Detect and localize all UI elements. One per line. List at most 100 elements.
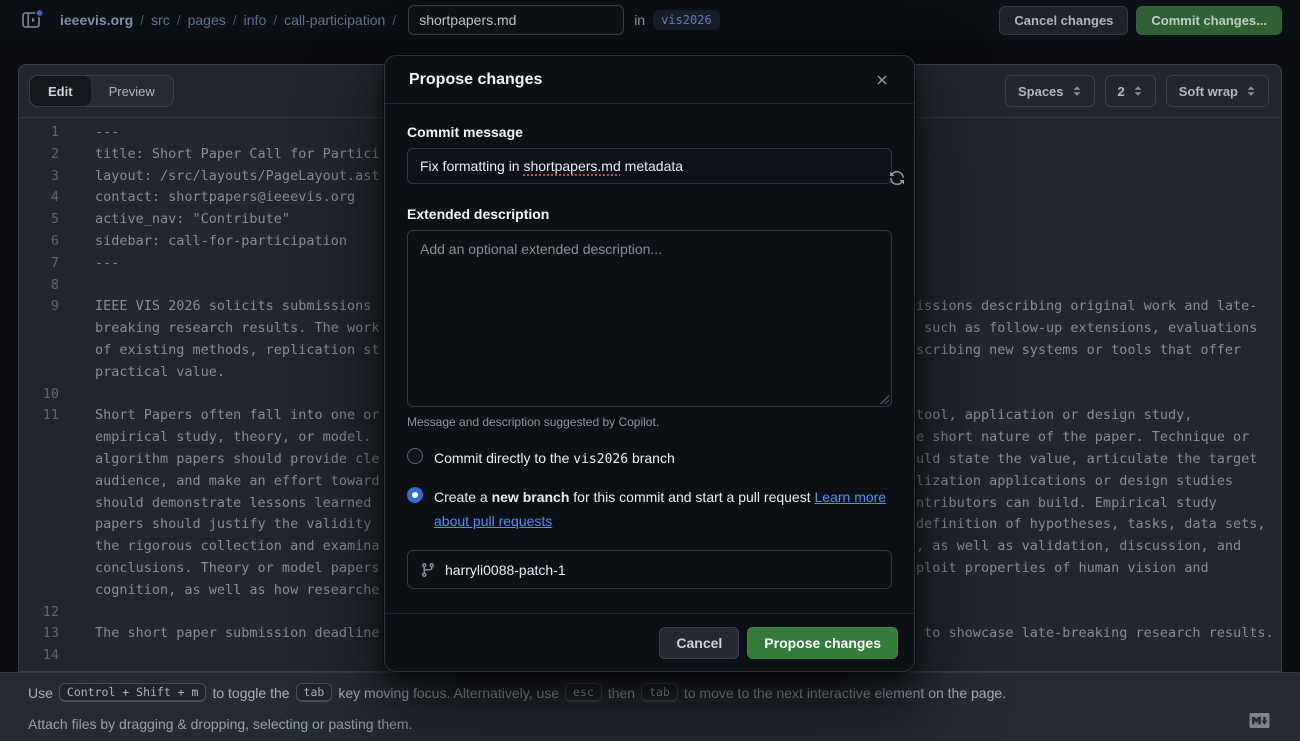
new-branch-name-value: harryli0088-patch-1: [445, 562, 566, 578]
commit-direct-label: Commit directly to the vis2026 branch: [434, 446, 892, 472]
breadcrumb-link-call-participation[interactable]: call-participation: [284, 12, 385, 28]
extended-description-label: Extended description: [407, 206, 892, 222]
indent-mode-value: Spaces: [1018, 84, 1064, 99]
close-button[interactable]: [866, 64, 898, 96]
propose-changes-button[interactable]: Propose changes: [747, 627, 898, 659]
line-number: 4: [19, 187, 59, 209]
breadcrumb-link-pages[interactable]: pages: [188, 12, 226, 28]
hint-text: key moving focus. Alternatively, use: [338, 685, 559, 701]
code-text-left: the rigorous collection and examina: [95, 536, 379, 558]
radio-unselected-icon[interactable]: [407, 448, 423, 464]
code-text-right: ploit properties of human vision and: [916, 558, 1209, 580]
filename-value: shortpapers.md: [419, 12, 516, 28]
code-text-right: ntributors can build. Empirical study: [916, 493, 1217, 515]
code-text-right: lization applications or design studies: [916, 471, 1233, 493]
commit-direct-text: branch: [628, 450, 675, 466]
indent-size-value: 2: [1118, 84, 1125, 99]
hint-text: to move to the next interactive element …: [684, 685, 1006, 701]
line-number: 8: [19, 275, 59, 297]
breadcrumb-separator: /: [392, 12, 396, 28]
code-text-left: IEEE VIS 2026 solicits submissions: [95, 296, 371, 318]
dialog-footer: Cancel Propose changes: [385, 613, 914, 671]
tab-edit[interactable]: Edit: [30, 76, 91, 106]
keyboard-shortcut-key: tab: [641, 683, 678, 702]
radio-selected-icon[interactable]: [407, 487, 423, 503]
commit-message-misspelled-word: shortpapers.md: [523, 158, 620, 174]
filename-input[interactable]: shortpapers.md: [408, 5, 624, 35]
focus-hint: UseControl + Shift + mto toggle thetabke…: [28, 683, 1006, 702]
cancel-changes-button[interactable]: Cancel changes: [999, 6, 1128, 35]
line-number: 6: [19, 231, 59, 253]
new-branch-name-input[interactable]: harryli0088-patch-1: [407, 550, 892, 589]
code-text-left: Short Papers often fall into one or: [95, 405, 379, 427]
code-text-right: , as well as validation, discussion, and: [916, 536, 1241, 558]
breadcrumb: ieeevis.org / src / pages / info / call-…: [60, 12, 396, 28]
code-text-right: tool, application or design study,: [916, 405, 1192, 427]
tab-preview[interactable]: Preview: [91, 76, 173, 106]
commit-direct-option[interactable]: Commit directly to the vis2026 branch: [407, 446, 892, 472]
code-text-left: breaking research results. The work: [95, 318, 379, 340]
regenerate-message-button[interactable]: [859, 155, 883, 179]
create-branch-label: Create a new branch for this commit and …: [434, 485, 892, 533]
line-number: 11: [19, 405, 59, 427]
code-text-left: The short paper submission deadline: [95, 623, 379, 645]
keyboard-shortcut-key: Control + Shift + m: [59, 683, 207, 702]
code-text-right: issions describing original work and lat…: [916, 296, 1257, 318]
chevron-up-down-icon: [1246, 85, 1256, 97]
code-text-left: should demonstrate lessons learned: [95, 493, 371, 515]
breadcrumb-link-info[interactable]: info: [244, 12, 267, 28]
sync-icon: [889, 170, 905, 186]
breadcrumb-repo-link[interactable]: ieeevis.org: [60, 12, 133, 28]
markdown-icon[interactable]: [1249, 713, 1270, 728]
code-text-left: papers should justify the validity: [95, 514, 371, 536]
code-text-right: to showcase late-breaking research resul…: [916, 623, 1274, 645]
code-text-left: active_nav: "Contribute": [95, 209, 290, 231]
wrap-mode-value: Soft wrap: [1179, 84, 1238, 99]
commit-direct-text: Commit directly to the: [434, 450, 573, 466]
commit-changes-button[interactable]: Commit changes...: [1136, 6, 1282, 35]
git-branch-icon: [420, 562, 436, 578]
create-branch-text: Create a: [434, 489, 492, 505]
code-text-right: uld state the value, articulate the targ…: [916, 449, 1257, 471]
breadcrumb-separator: /: [177, 12, 181, 28]
code-text-left: audience, and make an effort toward: [95, 471, 379, 493]
resize-grip[interactable]: [878, 393, 889, 404]
line-number: 5: [19, 209, 59, 231]
commit-message-part: Fix formatting in: [420, 158, 523, 174]
editor-footer-hints: UseControl + Shift + mto toggle thetabke…: [0, 672, 1300, 741]
commit-message-label: Commit message: [407, 124, 892, 140]
code-text-left: conclusions. Theory or model papers: [95, 558, 379, 580]
cancel-button[interactable]: Cancel: [659, 627, 739, 659]
dialog-title: Propose changes: [409, 71, 542, 89]
code-text-left: ---: [95, 253, 119, 275]
code-text-right: e short nature of the paper. Technique o…: [916, 427, 1249, 449]
line-number: 13: [19, 623, 59, 645]
extended-description-textarea[interactable]: Add an optional extended description...: [407, 230, 892, 407]
indent-size-select[interactable]: 2: [1105, 75, 1156, 107]
commit-message-input[interactable]: Fix formatting in shortpapers.md metadat…: [407, 148, 892, 184]
code-text-left: contact: shortpapers@ieeevis.org: [95, 187, 355, 209]
wrap-mode-select[interactable]: Soft wrap: [1166, 75, 1269, 107]
line-number: 12: [19, 602, 59, 624]
code-text-left: practical value.: [95, 362, 225, 384]
keyboard-shortcut-key: esc: [565, 683, 602, 702]
breadcrumb-separator: /: [273, 12, 277, 28]
line-number: 7: [19, 253, 59, 275]
line-number: 2: [19, 144, 59, 166]
create-branch-option[interactable]: Create a new branch for this commit and …: [407, 485, 892, 533]
breadcrumb-link-src[interactable]: src: [151, 12, 170, 28]
code-text-right: definition of hypotheses, tasks, data se…: [916, 514, 1266, 536]
hint-text: then: [608, 685, 635, 701]
dialog-header: Propose changes: [385, 56, 914, 104]
extended-description-placeholder: Add an optional extended description...: [420, 241, 662, 257]
side-panel-toggle-icon[interactable]: [20, 8, 46, 32]
code-text-left: of existing methods, replication st: [95, 340, 379, 362]
code-text-left: algorithm papers should provide cle: [95, 449, 379, 471]
code-text-left: title: Short Paper Call for Partici: [95, 144, 379, 166]
hint-text: Use: [28, 685, 53, 701]
line-number: 10: [19, 384, 59, 406]
propose-changes-dialog: Propose changes Commit message Fix forma…: [384, 55, 915, 672]
create-branch-text: for this commit and start a pull request: [569, 489, 814, 505]
indent-mode-select[interactable]: Spaces: [1005, 75, 1095, 107]
edit-preview-toggle: Edit Preview: [29, 75, 174, 107]
